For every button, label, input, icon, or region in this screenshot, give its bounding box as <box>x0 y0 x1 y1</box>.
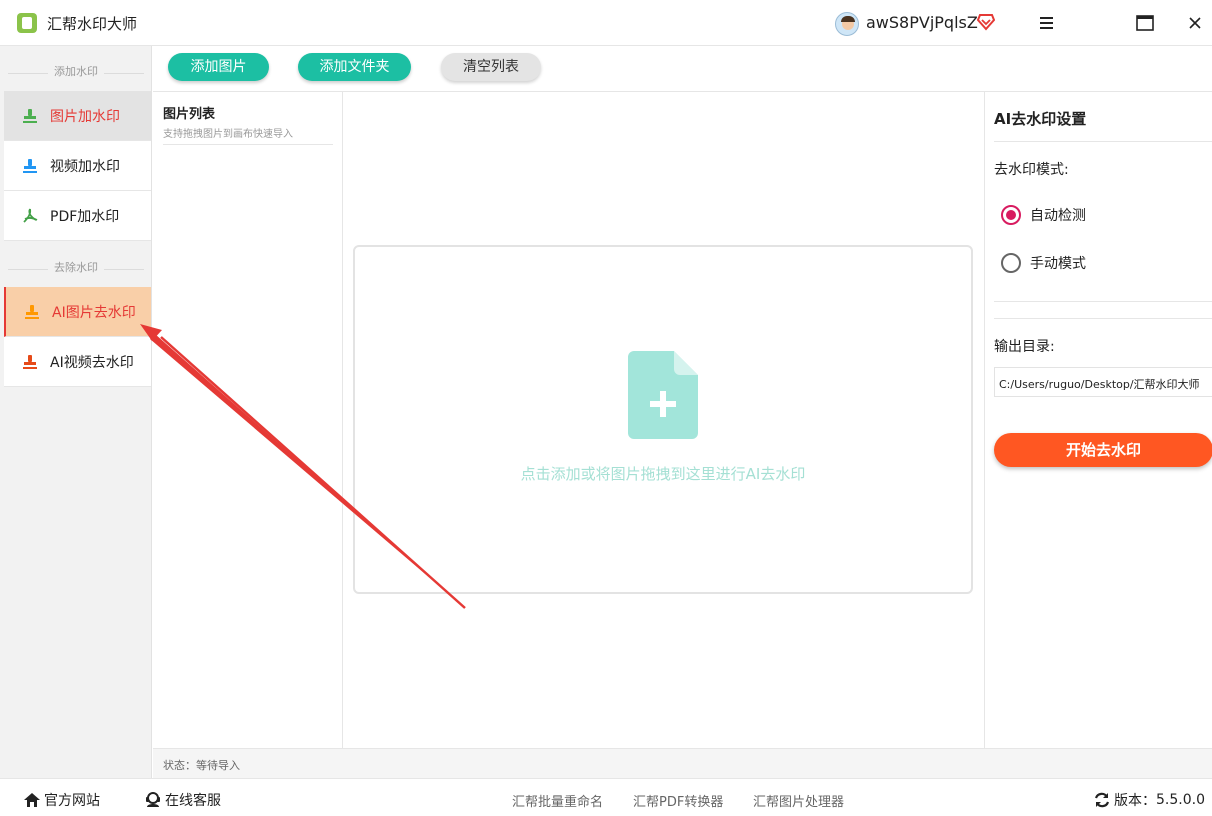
sidebar-item-ai-image-remove[interactable]: AI图片去水印 <box>4 287 151 337</box>
image-list-panel: 图片列表 支持拖拽图片到画布快速导入 <box>153 92 343 748</box>
image-stamp-icon <box>23 108 37 123</box>
version-label: 版本： <box>1114 793 1156 809</box>
version-info: 版本： 5.5.0.0 <box>1093 790 1205 810</box>
sidebar-item-ai-video-remove[interactable]: AI视频去水印 <box>4 337 151 387</box>
footer-link-pdf[interactable]: 汇帮PDF转换器 <box>633 791 723 810</box>
official-website-label: 官方网站 <box>44 793 100 809</box>
canvas-area: 点击添加或将图片拖拽到这里进行AI去水印 <box>343 92 984 748</box>
footer-link-image[interactable]: 汇帮图片处理器 <box>753 791 844 810</box>
sidebar-item-label: 视频加水印 <box>50 158 120 175</box>
output-label: 输出目录: <box>994 339 1055 355</box>
sidebar-item-image-watermark[interactable]: 图片加水印 <box>4 91 151 141</box>
add-file-icon[interactable] <box>628 351 698 439</box>
refresh-icon[interactable] <box>1093 791 1111 809</box>
app-logo-icon <box>17 13 37 33</box>
image-list-subtitle: 支持拖拽图片到画布快速导入 <box>163 129 293 140</box>
radio-label: 自动检测 <box>1030 208 1086 224</box>
divider <box>994 301 1212 302</box>
drop-zone[interactable]: 点击添加或将图片拖拽到这里进行AI去水印 <box>353 245 973 594</box>
app-title: 汇帮水印大师 <box>47 15 138 33</box>
footer: 官方网站 在线客服 汇帮批量重命名 汇帮PDF转换器 汇帮图片处理器 版本： 5… <box>0 778 1212 816</box>
section-title-add: 添加水印 <box>0 63 152 83</box>
output-directory-field[interactable]: C:/Users/ruguo/Desktop/汇帮水印大师 <box>994 367 1212 397</box>
divider <box>163 144 333 145</box>
settings-panel: AI去水印设置 去水印模式: 自动检测 手动模式 输出目录: C:/Users/… <box>984 92 1212 748</box>
close-icon[interactable] <box>1180 8 1210 38</box>
sidebar-item-video-watermark[interactable]: 视频加水印 <box>4 141 151 191</box>
add-folder-button[interactable]: 添加文件夹 <box>298 53 411 81</box>
footer-link-rename[interactable]: 汇帮批量重命名 <box>512 791 603 810</box>
sidebar-item-label: AI视频去水印 <box>50 354 134 371</box>
radio-auto-detect[interactable]: 自动检测 <box>1001 204 1086 226</box>
sidebar-item-pdf-watermark[interactable]: PDF加水印 <box>4 191 151 241</box>
official-website-link[interactable]: 官方网站 <box>23 790 100 810</box>
radio-button[interactable] <box>1001 253 1021 273</box>
ai-image-stamp-icon <box>25 304 39 319</box>
title-bar: 汇帮水印大师 awS8PVjPqlsZ <box>0 0 1212 46</box>
start-remove-button[interactable]: 开始去水印 <box>994 433 1212 467</box>
status-bar: 状态：等待导入 <box>153 748 1212 778</box>
settings-title: AI去水印设置 <box>994 110 1087 128</box>
home-icon <box>24 793 40 807</box>
status-text: 状态：等待导入 <box>163 759 240 772</box>
username[interactable]: awS8PVjPqlsZ <box>866 13 978 32</box>
section-title-remove: 去除水印 <box>0 259 152 279</box>
mode-label: 去水印模式: <box>994 162 1069 178</box>
online-support-label: 在线客服 <box>165 793 221 809</box>
support-icon <box>146 792 160 807</box>
image-list-title: 图片列表 <box>163 107 216 122</box>
clear-list-button[interactable]: 清空列表 <box>441 53 541 81</box>
video-stamp-icon <box>23 158 37 173</box>
sidebar-item-label: AI图片去水印 <box>52 304 136 321</box>
radio-manual-mode[interactable]: 手动模式 <box>1001 252 1086 274</box>
avatar-icon[interactable] <box>835 12 859 36</box>
version-value: 5.5.0.0 <box>1156 792 1205 808</box>
add-image-button[interactable]: 添加图片 <box>168 53 269 81</box>
sidebar-item-label: 图片加水印 <box>50 108 120 125</box>
vip-icon[interactable] <box>977 13 995 31</box>
divider <box>994 318 1212 319</box>
drop-zone-text: 点击添加或将图片拖拽到这里进行AI去水印 <box>520 465 806 483</box>
radio-button-checked[interactable] <box>1001 205 1021 225</box>
sidebar: 添加水印 图片加水印 视频加水印 PDF加水印 去除水印 AI图片去水印 AI视… <box>0 46 152 778</box>
pdf-icon <box>23 208 38 223</box>
sidebar-item-label: PDF加水印 <box>50 208 120 225</box>
toolbar: 添加图片 添加文件夹 清空列表 <box>153 46 1212 92</box>
radio-label: 手动模式 <box>1030 256 1086 272</box>
menu-icon[interactable] <box>1032 8 1062 38</box>
online-support-link[interactable]: 在线客服 <box>144 790 221 810</box>
ai-video-stamp-icon <box>23 354 37 369</box>
divider <box>994 141 1212 142</box>
maximize-icon[interactable] <box>1130 8 1160 38</box>
